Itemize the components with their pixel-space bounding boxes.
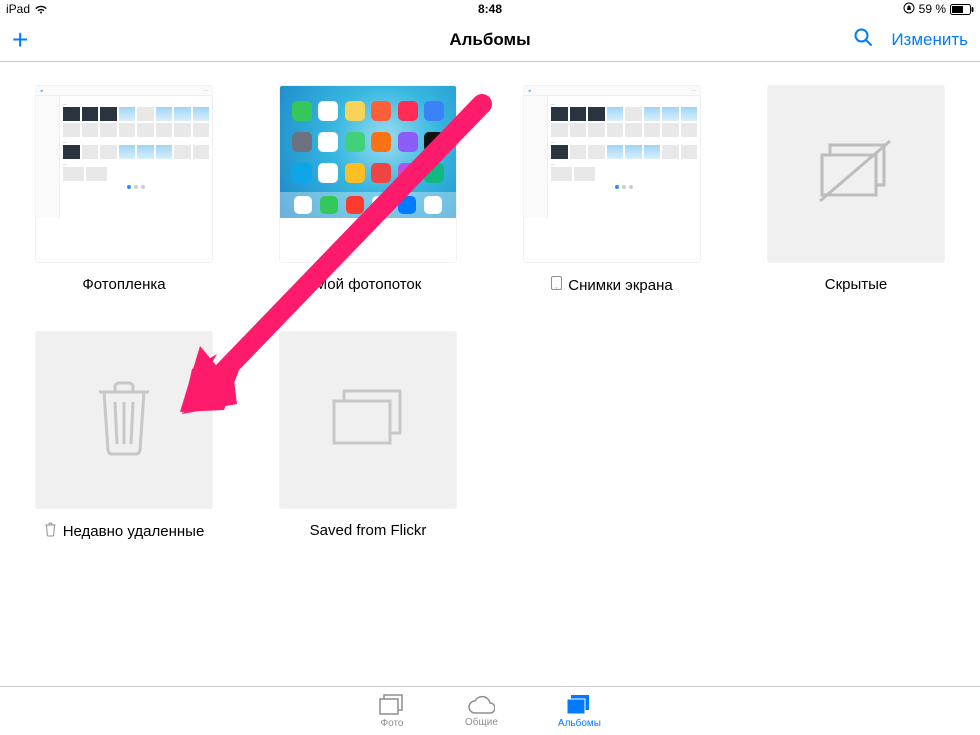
tab-bar: Фото Общие Альбомы — [0, 686, 980, 735]
album-label: Мой фотопоток — [315, 276, 422, 293]
search-icon[interactable] — [853, 27, 873, 52]
battery-icon — [950, 4, 974, 15]
albums-icon — [566, 694, 592, 716]
album-label: Снимки экрана — [551, 276, 672, 294]
album-screenshots[interactable]: ◂⋯ — — — — [520, 86, 704, 294]
stack-icon — [326, 385, 410, 456]
album-hidden[interactable]: Скрытые — [764, 86, 948, 294]
edit-button[interactable]: Изменить — [891, 30, 968, 50]
trash-icon — [44, 522, 57, 541]
album-label: Saved from Flickr — [310, 522, 427, 539]
album-photostream[interactable]: Мой фотопоток — [276, 86, 460, 294]
album-label: Фотопленка — [82, 276, 165, 293]
device-name: iPad — [6, 2, 30, 16]
cloud-icon — [467, 695, 495, 715]
tab-shared[interactable]: Общие — [465, 695, 498, 728]
clock: 8:48 — [478, 2, 502, 16]
navigation-bar: + Альбомы Изменить — [0, 18, 980, 62]
albums-grid-container: ◂⋯ — — — — [0, 62, 980, 686]
tab-albums[interactable]: Альбомы — [558, 694, 601, 729]
wifi-icon — [34, 4, 48, 14]
album-label: Недавно удаленные — [44, 522, 205, 541]
album-recently-deleted[interactable]: Недавно удаленные — [32, 332, 216, 541]
hidden-icon — [812, 137, 900, 212]
tab-photos[interactable]: Фото — [379, 694, 405, 729]
album-camera-roll[interactable]: ◂⋯ — — — — [32, 86, 216, 294]
photos-icon — [379, 694, 405, 716]
add-button[interactable]: + — [12, 26, 28, 54]
ipad-icon — [551, 276, 562, 294]
orientation-lock-icon — [903, 2, 915, 17]
album-flickr[interactable]: Saved from Flickr — [276, 332, 460, 541]
status-bar: iPad 8:48 59 % — [0, 0, 980, 18]
battery-text: 59 % — [919, 2, 946, 16]
album-label: Скрытые — [825, 276, 888, 293]
trash-icon — [91, 378, 157, 463]
